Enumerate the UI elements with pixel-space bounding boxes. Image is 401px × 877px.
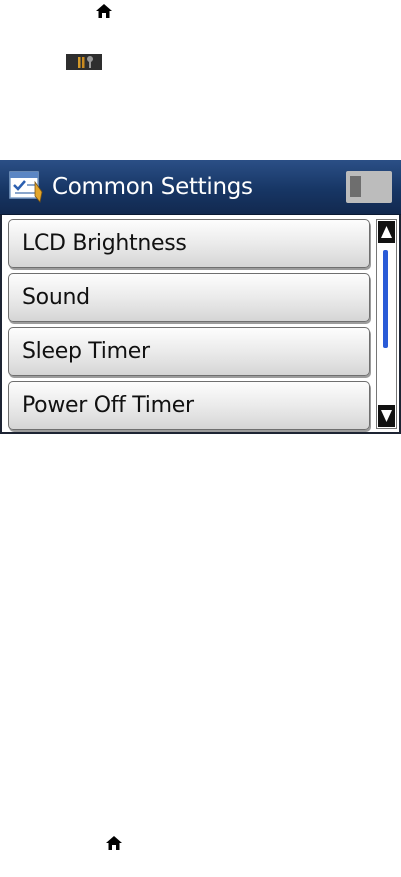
menu-item-label: Power Off Timer [22,393,194,418]
settings-icon [9,171,43,203]
setup-icon [66,54,102,70]
status-indicator [350,176,361,197]
menu-item-label: Sleep Timer [22,339,150,364]
scrollbar[interactable] [376,219,397,429]
menu-item-power-off-timer[interactable]: Power Off Timer [8,381,370,430]
menu-item-sound[interactable]: Sound [8,273,370,322]
screen-header: Common Settings [0,160,401,215]
status-icon [346,171,392,203]
page-title: Common Settings [52,174,253,200]
menu-item-sleep-timer[interactable]: Sleep Timer [8,327,370,376]
scroll-up-arrow-icon[interactable] [378,221,395,243]
menu-item-label: Sound [22,285,90,310]
settings-list: LCD Brightness Sound Sleep Timer Power O… [0,215,401,434]
menu-item-lcd-brightness[interactable]: LCD Brightness [8,219,370,268]
menu-item-label: LCD Brightness [22,231,187,256]
lcd-screen: Common Settings LCD Brightness Sound Sle… [0,160,401,434]
home-icon [106,836,122,850]
scroll-down-arrow-icon[interactable] [378,405,395,427]
home-icon [96,4,112,18]
scroll-thumb[interactable] [383,250,388,348]
